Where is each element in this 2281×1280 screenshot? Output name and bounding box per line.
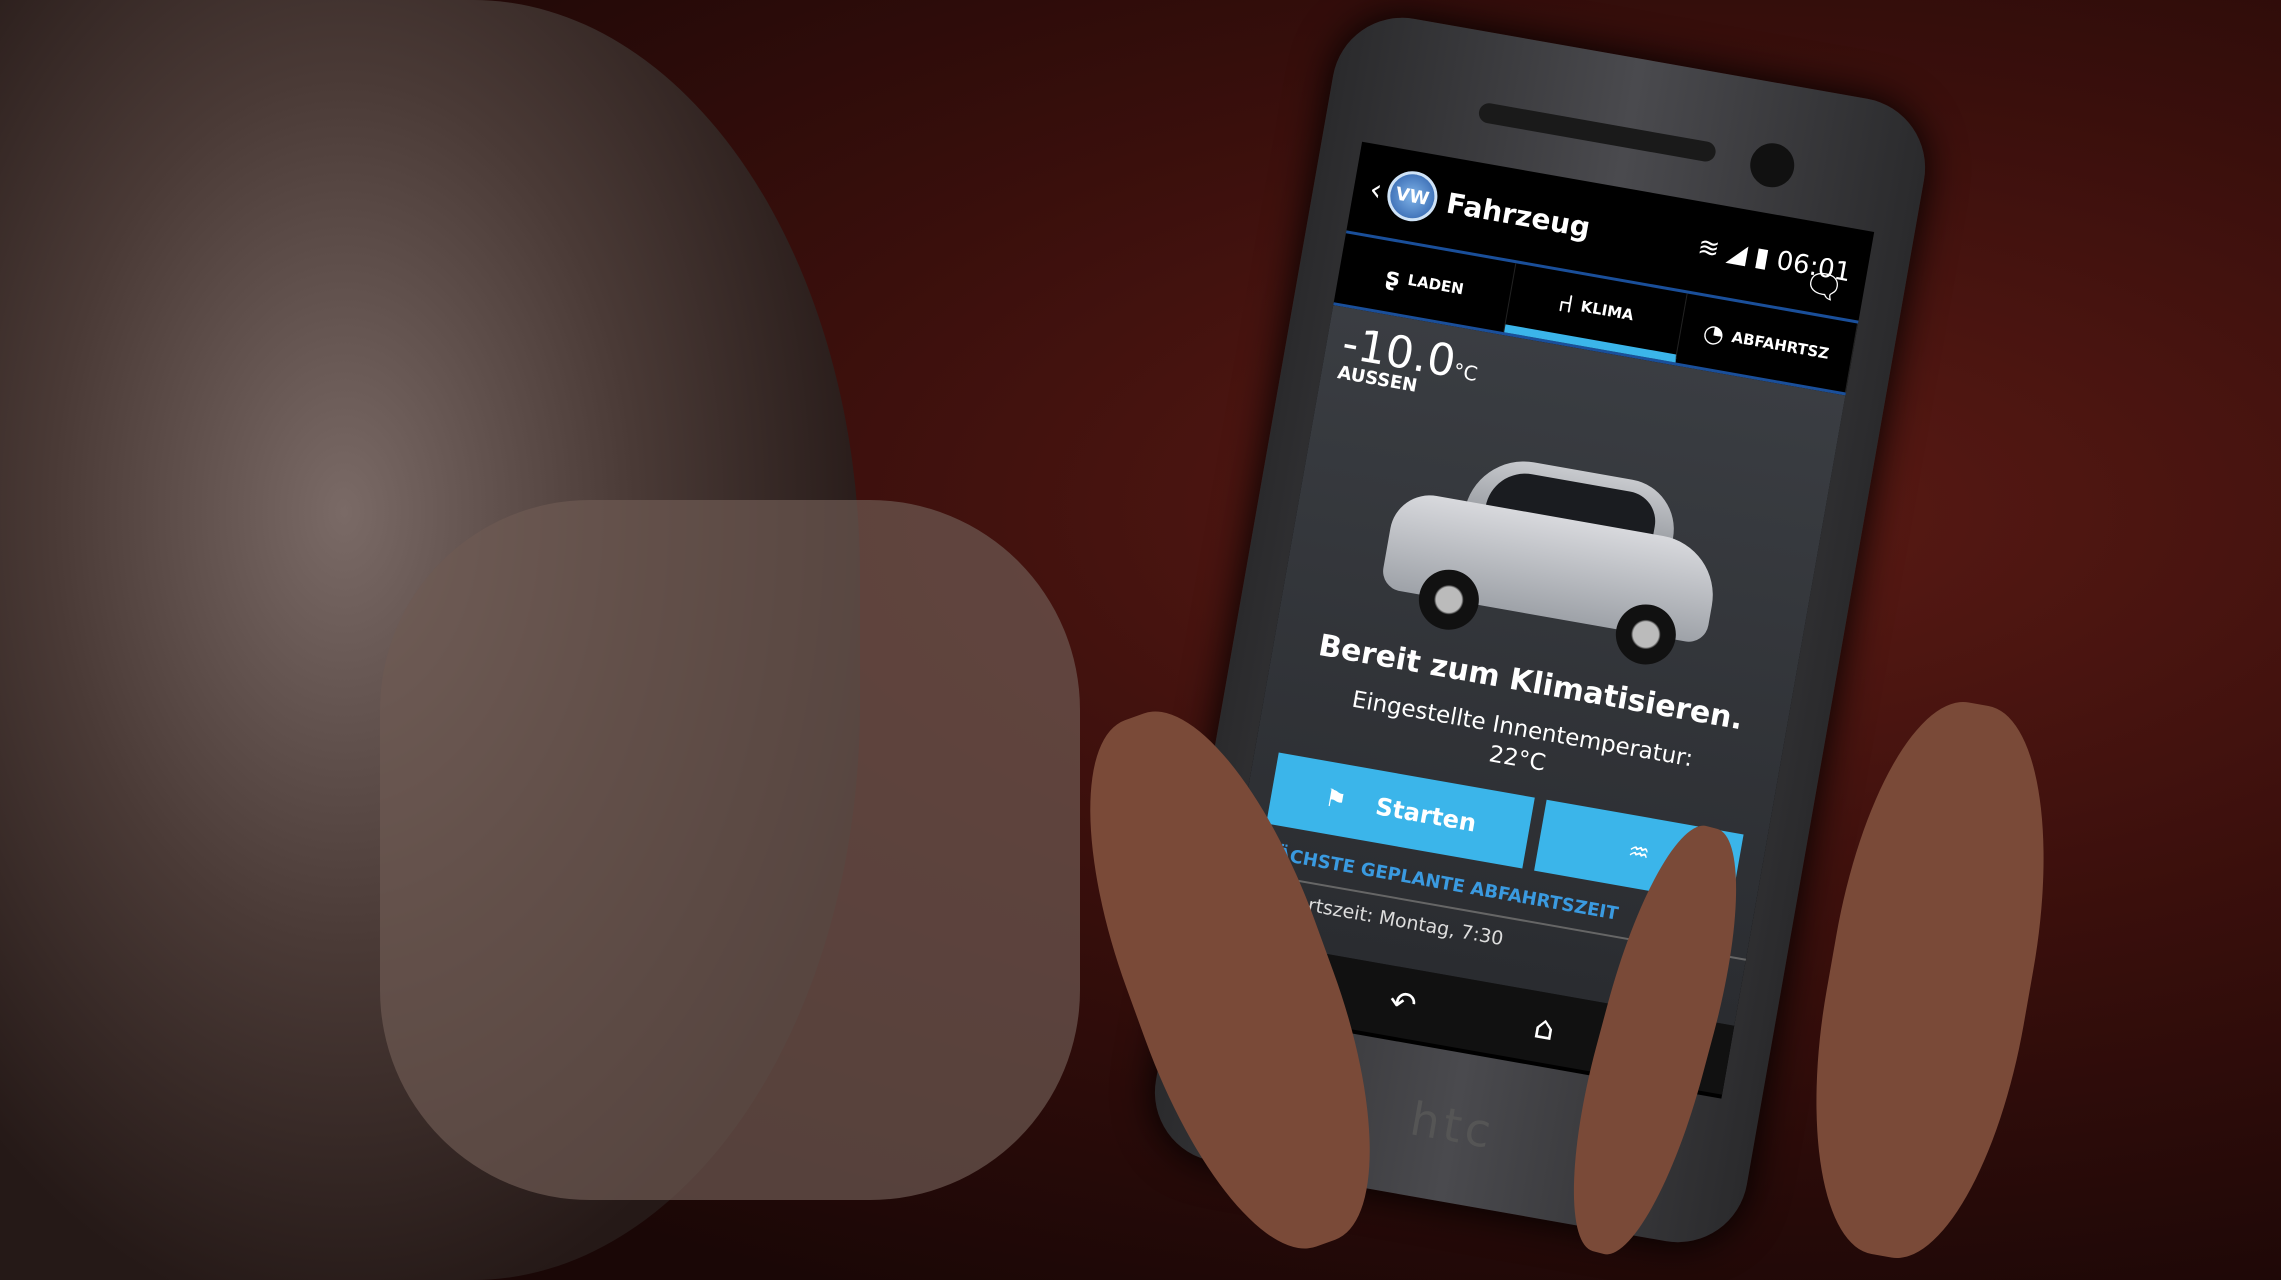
chat-icon[interactable]: 🗨 (1800, 264, 1847, 308)
front-camera (1746, 139, 1798, 191)
signal-icon: ◢ (1724, 237, 1750, 271)
blurred-background (380, 500, 1080, 1200)
climate-panel: -10.0°C AUSSEN Bereit zum Klimatisieren.… (1222, 305, 1846, 1026)
windshield-defrost-icon: ♒ (1625, 836, 1652, 869)
vw-logo-icon: VW (1383, 167, 1442, 226)
back-nav-icon[interactable]: ↶ (1387, 982, 1420, 1024)
tab-label: ABFAHRTSZ (1730, 327, 1831, 363)
speaker (1477, 101, 1718, 164)
departure-timer-icon: ◔ (1700, 318, 1727, 350)
tab-label: KLIMA (1579, 297, 1635, 325)
tab-label: LADEN (1406, 270, 1466, 299)
right-hand (1782, 686, 2078, 1274)
charging-plug-icon: ʂ (1383, 262, 1403, 293)
fan-icon: ⚑ (1322, 783, 1349, 815)
car-image (1375, 430, 1733, 674)
wifi-icon: ≋ (1695, 231, 1722, 266)
home-nav-icon[interactable]: ⌂ (1531, 1007, 1558, 1048)
battery-icon: ▮ (1752, 241, 1772, 274)
climate-seat-icon: ⑁ (1556, 288, 1576, 319)
outside-temperature: -10.0°C AUSSEN (1336, 318, 1483, 407)
page-title: Fahrzeug (1443, 186, 1593, 244)
start-label: Starten (1373, 792, 1479, 838)
back-icon[interactable]: ‹ (1367, 172, 1385, 209)
temp-unit: °C (1451, 358, 1480, 387)
